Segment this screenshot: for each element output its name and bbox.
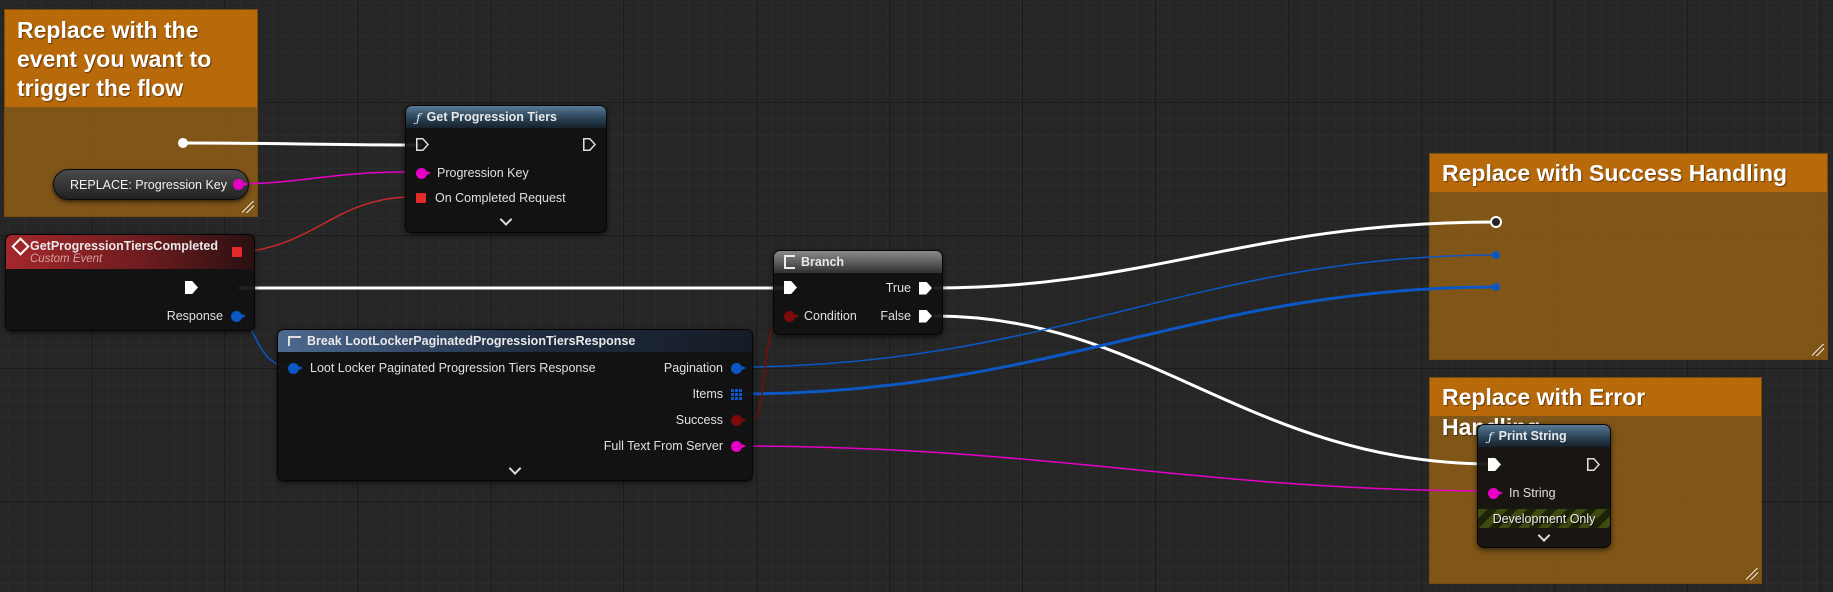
wire-progression-key: [231, 171, 406, 185]
reroute-knot-pagination: [1492, 251, 1500, 259]
success-row: Success: [675, 413, 746, 427]
struct-input-pin[interactable]: [288, 362, 303, 374]
response-output-pin[interactable]: [231, 310, 246, 322]
pagination-row: Pagination: [663, 361, 746, 375]
fulltext-row: Full Text From Server: [603, 439, 746, 453]
replace-progression-key-label: REPLACE: Progression Key: [70, 177, 228, 192]
condition-input-pin[interactable]: [784, 310, 799, 322]
branch-condition-label: Condition: [804, 309, 857, 323]
struct-input-row: Loot Locker Paginated Progression Tiers …: [288, 361, 596, 375]
function-icon: ƒ: [416, 109, 421, 125]
event-icon: [11, 237, 30, 256]
in-string-label: In String: [1509, 486, 1556, 500]
reroute-knot-items: [1492, 283, 1500, 291]
branch-false-label: False: [880, 309, 911, 323]
branch-title: Branch: [801, 255, 845, 269]
progression-key-pin-row: Progression Key: [416, 166, 529, 180]
branch-false-row: False: [880, 309, 932, 323]
chevron-down-icon[interactable]: [1537, 529, 1551, 542]
exec-in-pin[interactable]: [784, 281, 797, 294]
in-string-row: In String: [1488, 486, 1556, 500]
branch-exec-in-row: [784, 281, 797, 294]
wire-exec-trigger: [181, 141, 422, 147]
progression-key-input-pin[interactable]: [416, 167, 431, 179]
branch-header: Branch: [774, 251, 942, 273]
wire-exec-true: [933, 220, 1498, 290]
function-icon: ƒ: [1488, 428, 1493, 444]
items-label: Items: [692, 387, 723, 401]
exec-out-pin[interactable]: [583, 138, 596, 151]
items-row: Items: [692, 387, 742, 401]
custom-event-header: GetProgressionTiersCompleted Custom Even…: [6, 235, 254, 269]
pagination-label: Pagination: [663, 361, 723, 375]
on-completed-pin-label: On Completed Request: [435, 191, 566, 205]
custom-event-subtitle: Custom Event: [30, 253, 103, 265]
replace-progression-key-node[interactable]: REPLACE: Progression Key: [53, 169, 249, 200]
break-struct-header: Break LootLockerPaginatedProgressionTier…: [278, 330, 752, 352]
false-exec-pin[interactable]: [919, 309, 932, 323]
pagination-output-pin[interactable]: [731, 362, 746, 374]
branch-condition-row: Condition: [784, 309, 857, 323]
progression-key-pin-label: Progression Key: [437, 166, 529, 180]
break-struct-node[interactable]: Break LootLockerPaginatedProgressionTier…: [277, 329, 753, 481]
wire-delegate: [251, 196, 414, 252]
exec-out-row: [583, 138, 596, 151]
exec-in-pin[interactable]: [416, 138, 429, 151]
break-struct-title: Break LootLockerPaginatedProgressionTier…: [307, 334, 636, 348]
development-only-banner: Development Only: [1478, 509, 1610, 528]
print-string-title: Print String: [1498, 429, 1567, 443]
true-exec-pin[interactable]: [919, 281, 932, 295]
branch-true-label: True: [885, 281, 911, 295]
branch-node[interactable]: Branch True Condition False: [773, 250, 943, 335]
branch-true-row: True: [886, 281, 932, 295]
get-progression-tiers-node[interactable]: ƒ Get Progression Tiers Progression Key …: [405, 105, 607, 233]
print-string-header: ƒ Print String: [1478, 425, 1610, 447]
exec-out-pin[interactable]: [185, 281, 198, 294]
print-exec-out-row: [1587, 458, 1600, 471]
print-exec-in-row: [1488, 458, 1501, 471]
success-label: Success: [675, 413, 723, 427]
on-completed-request-pin[interactable]: [416, 193, 426, 203]
print-string-node[interactable]: ƒ Print String In String Development Onl…: [1477, 424, 1611, 548]
fulltext-output-pin[interactable]: [731, 440, 746, 452]
fulltext-label: Full Text From Server: [603, 439, 723, 453]
response-pin-label: Response: [166, 309, 223, 323]
in-string-input-pin[interactable]: [1488, 487, 1503, 499]
response-pin-row: Response: [166, 309, 246, 323]
custom-event-node[interactable]: GetProgressionTiersCompleted Custom Even…: [5, 234, 255, 331]
branch-icon: [784, 255, 795, 269]
on-completed-pin-row: On Completed Request: [416, 191, 566, 205]
reroute-knot-exec: [1490, 216, 1502, 228]
success-output-pin[interactable]: [731, 414, 746, 426]
event-exec-out-row: [185, 281, 198, 294]
chevron-down-icon[interactable]: [499, 213, 513, 226]
chevron-down-icon[interactable]: [508, 462, 522, 475]
exec-out-pin[interactable]: [1587, 458, 1600, 471]
custom-event-title: GetProgressionTiersCompleted: [30, 239, 219, 253]
event-delegate-pin[interactable]: [232, 247, 242, 257]
struct-input-label: Loot Locker Paginated Progression Tiers …: [310, 361, 596, 375]
exec-in-row: [416, 138, 429, 151]
get-progression-tiers-header: ƒ Get Progression Tiers: [406, 106, 606, 128]
development-only-label: Development Only: [1492, 511, 1596, 526]
exec-in-pin[interactable]: [1488, 458, 1501, 471]
break-struct-icon: [288, 336, 301, 346]
wire-exec-false: [933, 314, 1495, 466]
progression-key-output-pin[interactable]: [233, 179, 249, 190]
items-array-pin[interactable]: [731, 388, 742, 400]
get-progression-tiers-title: Get Progression Tiers: [426, 110, 558, 124]
trigger-exec-knot: [178, 138, 188, 148]
